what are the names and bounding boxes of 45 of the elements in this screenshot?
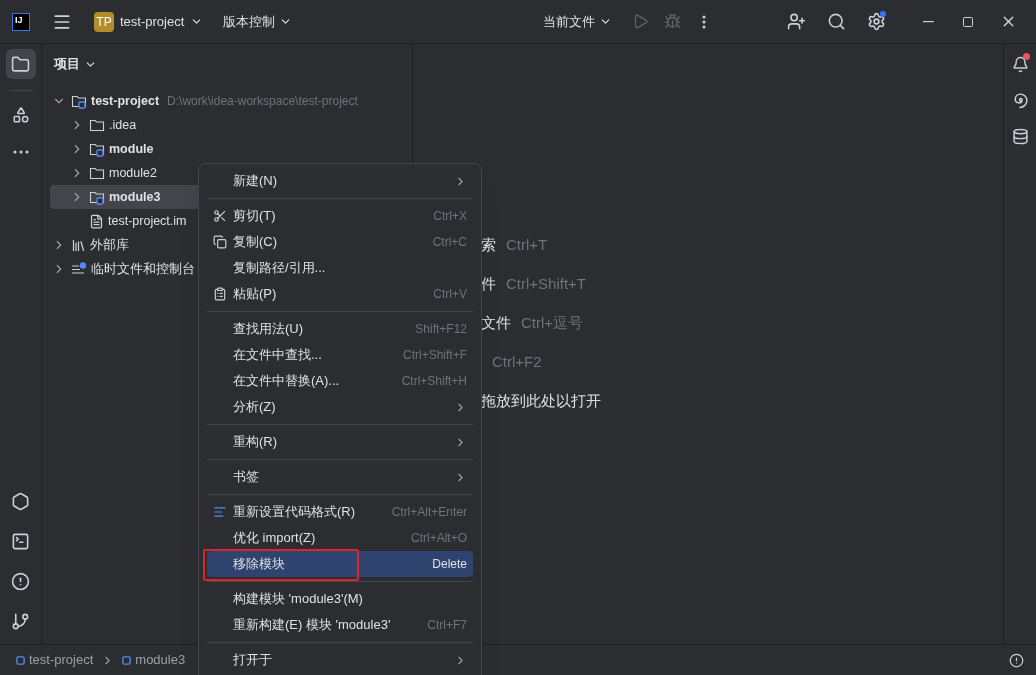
menu-label: 新建(N) bbox=[233, 172, 278, 191]
hint-shortcut: Ctrl+F2 bbox=[492, 351, 542, 372]
menu-shortcut: Ctrl+X bbox=[433, 208, 467, 225]
menu-label: 优化 import(Z) bbox=[233, 529, 316, 548]
menu-label: 移除模块 bbox=[233, 555, 285, 574]
hint-shortcut: Ctrl+Shift+T bbox=[506, 273, 587, 294]
tree-label: module3 bbox=[109, 188, 161, 206]
menu-label: 剪切(T) bbox=[233, 207, 276, 226]
menu-shortcut: Shift+F12 bbox=[415, 321, 467, 338]
hint-action: 件 bbox=[481, 273, 496, 294]
menu-label: 在文件中替换(A)... bbox=[233, 372, 340, 391]
tree-label: .idea bbox=[109, 116, 137, 134]
menu-shortcut: Ctrl+Shift+F bbox=[402, 347, 467, 364]
hint-action: 文件 bbox=[481, 312, 511, 333]
menu-label: 查找用法(U) bbox=[233, 320, 304, 339]
menu-shortcut: Ctrl+Shift+H bbox=[401, 373, 467, 390]
menu-label: 复制路径/引用... bbox=[233, 259, 326, 278]
menu-shortcut: Ctrl+Alt+Enter bbox=[391, 504, 467, 521]
menu-label: 重新设置代码格式(R) bbox=[233, 503, 356, 522]
menu-label: 书签 bbox=[233, 468, 259, 487]
project-path: D:\work\idea-workspace\test-project bbox=[167, 93, 358, 110]
menu-label: 打开于 bbox=[233, 651, 272, 670]
menu-label: 复制(C) bbox=[233, 233, 278, 252]
menu-shortcut: Ctrl+V bbox=[433, 286, 467, 303]
project-badge: TP bbox=[94, 11, 114, 32]
menu-label: 构建模块 'module3'(M) bbox=[233, 590, 363, 609]
menu-shortcut: Delete bbox=[432, 556, 467, 573]
tree-label: test-project.im bbox=[108, 212, 187, 230]
hint-action: 索 bbox=[481, 234, 496, 255]
menu-shortcut: Ctrl+C bbox=[432, 234, 467, 251]
tree-label: 临时文件和控制台 bbox=[91, 260, 195, 278]
tree-label: module2 bbox=[109, 164, 157, 182]
menu-label: 重构(R) bbox=[233, 433, 278, 452]
hint-action: 拖放到此处以打开 bbox=[481, 390, 601, 411]
tree-label: test-project bbox=[91, 92, 160, 110]
menu-label: 在文件中查找... bbox=[233, 346, 322, 365]
hint-shortcut: Ctrl+T bbox=[506, 234, 548, 255]
menu-label: 分析(Z) bbox=[233, 398, 276, 417]
menu-label: 粘贴(P) bbox=[233, 285, 277, 304]
menu-label: 重新构建(E) 模块 'module3' bbox=[233, 616, 391, 635]
tree-label: module bbox=[109, 140, 154, 158]
hint-shortcut: Ctrl+逗号 bbox=[521, 312, 584, 333]
tree-label: 外部库 bbox=[90, 236, 129, 254]
menu-shortcut: Ctrl+Alt+O bbox=[411, 530, 467, 547]
menu-shortcut: Ctrl+F7 bbox=[427, 617, 467, 634]
